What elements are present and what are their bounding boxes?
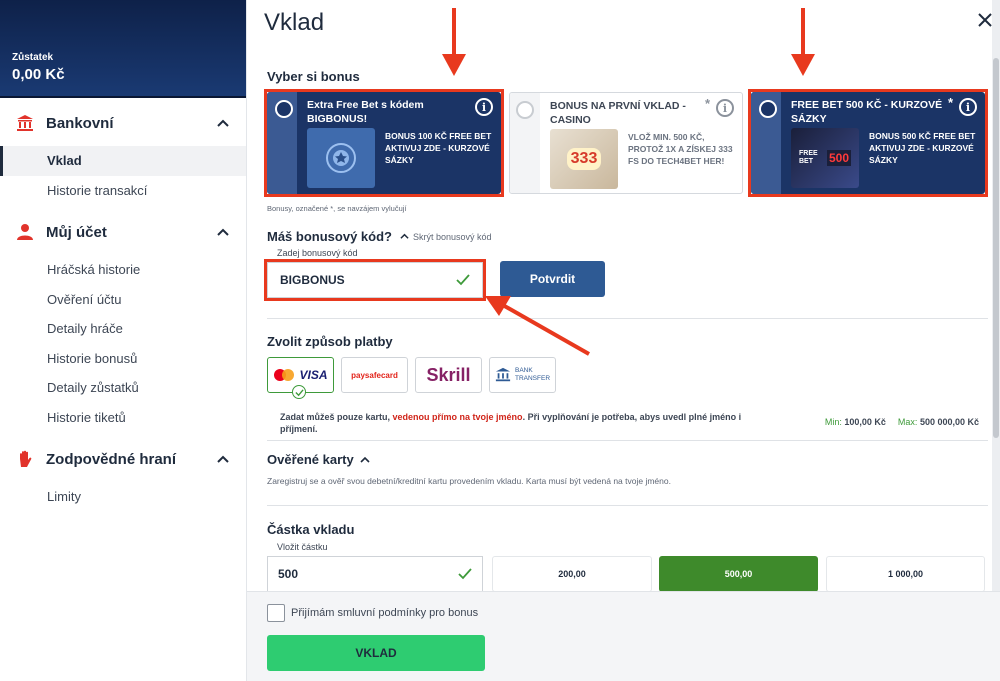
- deposit-submit-button[interactable]: VKLAD: [267, 635, 485, 671]
- payment-method-skrill[interactable]: Skrill: [415, 357, 482, 393]
- annotation-arrow: [485, 296, 590, 356]
- hide-bonus-code-toggle[interactable]: Skrýt bonusový kód: [400, 232, 492, 242]
- highlight-frame: [264, 89, 504, 197]
- note-red: vedenou přímo na tvoje jméno: [392, 412, 523, 422]
- deposit-content: Vklad Vyber si bonus Extra Free Bet s kó…: [247, 0, 992, 591]
- sidebar-item-limity[interactable]: Limity: [0, 482, 246, 512]
- verified-cards-toggle[interactable]: Ověřené karty: [267, 452, 370, 467]
- card-note-box: Zadat můžeš pouze kartu, vedenou přímo n…: [267, 403, 984, 439]
- sidebar: Zůstatek 0,00 Kč Bankovní Vklad Historie…: [0, 0, 247, 681]
- annotation-arrow: [442, 8, 466, 76]
- bank-logo-line2: TRANSFER: [514, 375, 551, 382]
- sidebar-item-detaily-zustatku[interactable]: Detaily zůstatků: [0, 373, 246, 403]
- sidebar-section-zodpovedne-hrani[interactable]: Zodpovědné hraní: [0, 436, 246, 482]
- sidebar-section-bankovni[interactable]: Bankovní: [0, 100, 246, 146]
- card-note-text: Zadat můžeš pouze kartu, vedenou přímo n…: [280, 411, 750, 435]
- hide-bonus-code-label: Skrýt bonusový kód: [412, 231, 492, 242]
- bank-logo-line1: BANK: [514, 367, 533, 374]
- bank-icon: [495, 367, 511, 382]
- annotation-arrow: [791, 8, 815, 76]
- exclusive-star: *: [704, 96, 710, 111]
- sidebar-item-detaily-hrace[interactable]: Detaily hráče: [0, 314, 246, 344]
- bonus-code-row: Máš bonusový kód? Skrýt bonusový kód: [267, 229, 492, 244]
- terms-checkbox[interactable]: [267, 604, 285, 622]
- payment-method-visa[interactable]: VISA: [267, 357, 334, 399]
- chevron-up-icon[interactable]: [216, 116, 230, 130]
- sidebar-section-title: Zodpovědné hraní: [46, 450, 177, 468]
- footer: Přijímám smluvní podmínky pro bonus VKLA…: [247, 591, 1000, 681]
- selected-check-icon: [292, 385, 306, 399]
- verified-cards-title: Ověřené karty: [267, 452, 354, 467]
- payment-section-title: Zvolit způsob platby: [267, 334, 393, 349]
- highlight-frame: [264, 259, 486, 301]
- payment-method-bank-transfer[interactable]: BANK TRANSFER: [489, 357, 556, 393]
- chevron-up-icon: [400, 233, 409, 239]
- scrollbar-thumb[interactable]: [993, 58, 999, 438]
- sidebar-item-historie-bonusu[interactable]: Historie bonusů: [0, 344, 246, 374]
- bonus-card-casino[interactable]: BONUS NA PRVNÍ VKLAD - CASINO * i 333 VL…: [509, 92, 743, 194]
- divider: [267, 505, 988, 506]
- amount-option-200[interactable]: 200,00: [492, 556, 652, 591]
- highlight-frame: [748, 89, 988, 197]
- paysafecard-logo: paysafecard: [351, 370, 398, 380]
- amount-option-1000[interactable]: 1 000,00: [826, 556, 985, 591]
- sidebar-section-title: Bankovní: [46, 114, 114, 132]
- visa-logo: VISA: [299, 368, 328, 382]
- exclusive-note: Bonusy, označené *, se navzájem vylučují: [267, 204, 407, 213]
- payment-method-paysafecard[interactable]: paysafecard: [341, 357, 408, 393]
- amount-input[interactable]: 500: [267, 556, 483, 591]
- chevron-up-icon: [360, 456, 370, 463]
- info-icon[interactable]: i: [716, 99, 734, 117]
- page-title: Vklad: [264, 9, 325, 36]
- amount-option-500[interactable]: 500,00: [659, 556, 818, 591]
- min-value: 100,00 Kč: [844, 417, 886, 427]
- check-icon: [458, 568, 472, 580]
- mastercard-icon: [274, 369, 295, 381]
- sidebar-section-title: Můj účet: [46, 223, 107, 241]
- sidebar-section-muj-ucet[interactable]: Můj účet: [0, 209, 246, 255]
- scrollbar[interactable]: [992, 0, 1000, 591]
- card-image-text: 333: [566, 148, 602, 170]
- sidebar-item-vklad[interactable]: Vklad: [0, 146, 246, 176]
- min-label: Min:: [824, 417, 842, 427]
- amount-value: 500: [278, 567, 299, 581]
- bonus-radio[interactable]: [516, 101, 534, 119]
- bonus-code-label: Máš bonusový kód?: [267, 229, 392, 244]
- divider: [267, 440, 988, 441]
- deposit-panel: Vklad Vyber si bonus Extra Free Bet s kó…: [247, 0, 1000, 681]
- note-part1: Zadat můžeš pouze kartu,: [280, 412, 393, 422]
- terms-row: Přijímám smluvní podmínky pro bonus: [267, 604, 478, 622]
- bonus-card-title: BONUS NA PRVNÍ VKLAD - CASINO: [550, 100, 686, 126]
- verified-cards-desc: Zaregistruj se a ověř svou debetní/kredi…: [267, 476, 671, 486]
- balance-box: Zůstatek 0,00 Kč: [0, 0, 246, 98]
- bonus-card-image: 333: [550, 129, 618, 189]
- hand-icon: [16, 450, 34, 468]
- max-value: 500 000,00 Kč: [919, 417, 979, 427]
- chevron-up-icon[interactable]: [216, 225, 230, 239]
- close-icon[interactable]: [977, 12, 993, 28]
- terms-label: Přijímám smluvní podmínky pro bonus: [291, 607, 479, 619]
- sidebar-item-historie-transakci[interactable]: Historie transakcí: [0, 176, 246, 206]
- balance-label: Zůstatek: [12, 52, 54, 63]
- bank-icon: [16, 114, 34, 132]
- max-label: Max:: [897, 417, 918, 427]
- bonus-card-desc: VLOŽ MIN. 500 KČ, PROTOŽ 1X A ZÍSKEJ 333…: [628, 132, 733, 166]
- sidebar-item-hracska-historie[interactable]: Hráčská historie: [0, 255, 246, 285]
- divider: [267, 318, 988, 319]
- skrill-logo: Skrill: [426, 364, 471, 385]
- chevron-up-icon[interactable]: [216, 452, 230, 466]
- amount-section-title: Částka vkladu: [267, 522, 355, 537]
- sidebar-item-historie-tiketu[interactable]: Historie tiketů: [0, 403, 246, 433]
- balance-value: 0,00 Kč: [12, 66, 65, 83]
- sidebar-item-overeni-uctu[interactable]: Ověření účtu: [0, 285, 246, 315]
- amount-input-label: Vložit částku: [277, 542, 328, 552]
- deposit-limits: Min: 100,00 Kč Max: 500 000,00 Kč: [825, 417, 979, 427]
- bonus-section-title: Vyber si bonus: [267, 69, 360, 84]
- user-icon: [16, 223, 34, 241]
- code-input-label: Zadej bonusový kód: [277, 248, 358, 258]
